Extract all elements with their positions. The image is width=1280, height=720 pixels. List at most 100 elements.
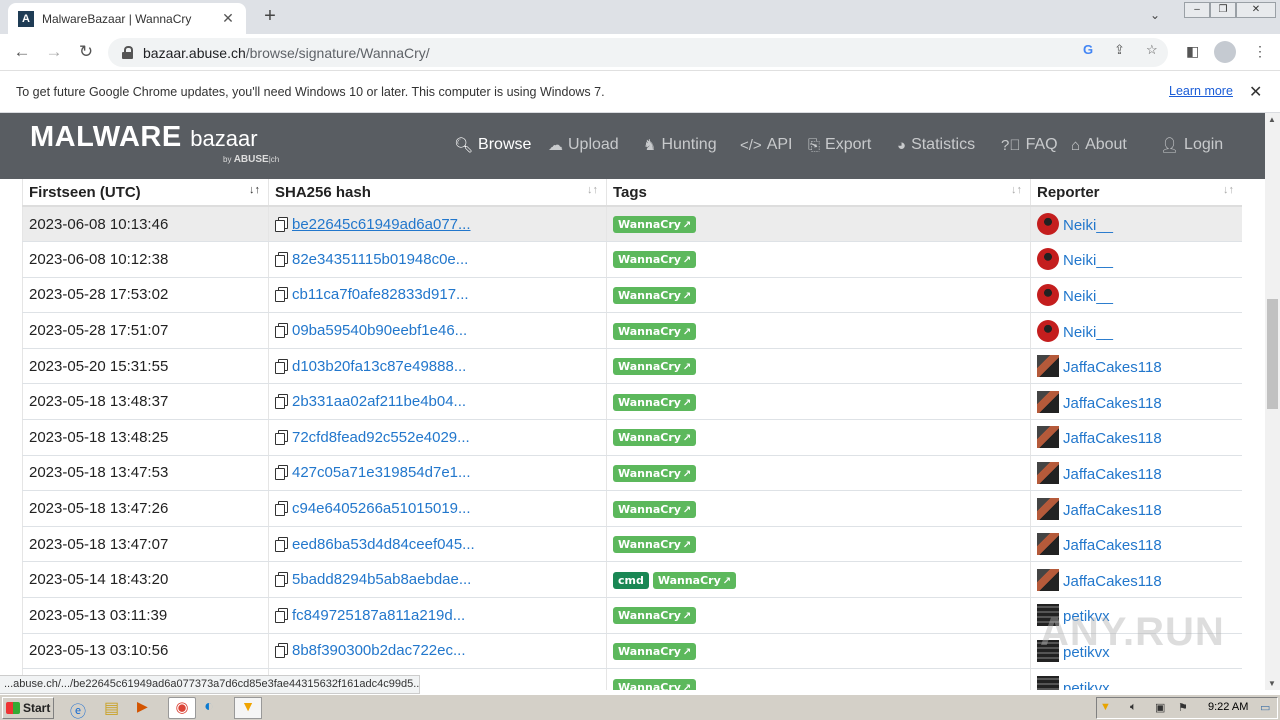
sha256-link[interactable]: eed86ba53d4d84ceef045...: [292, 536, 475, 553]
tag-badge[interactable]: WannaCry ↗: [613, 464, 697, 482]
reporter-link[interactable]: JaffaCakes118: [1063, 430, 1162, 447]
sha256-link[interactable]: c94e6405266a51015019...: [292, 500, 471, 517]
scroll-down-arrow-icon[interactable]: ▼: [1268, 679, 1276, 688]
nav-upload[interactable]: ☁ Upload: [548, 136, 619, 154]
table-row[interactable]: 2023-06-08 10:13:46 be22645c61949ad6a077.…: [22, 206, 1242, 243]
copy-icon[interactable]: [275, 251, 288, 267]
site-logo[interactable]: MALWARE bazaar: [30, 121, 258, 154]
malwarebazaar-app-icon[interactable]: ▼: [234, 697, 262, 719]
profile-avatar[interactable]: [1214, 41, 1236, 63]
table-row[interactable]: 2023-05-18 13:48:37 2b331aa02af211be4b04.…: [22, 383, 1242, 421]
minimize-button[interactable]: –: [1184, 2, 1210, 18]
table-row[interactable]: 2023-05-18 13:47:26 c94e6405266a51015019.…: [22, 490, 1242, 527]
close-window-button[interactable]: ✕: [1236, 2, 1276, 18]
column-header-firstseen[interactable]: Firstseen (UTC) ↓↑: [22, 179, 269, 207]
reporter-link[interactable]: JaffaCakes118: [1063, 573, 1162, 590]
nav-statistics[interactable]: ◕ Statistics: [897, 136, 975, 154]
table-row[interactable]: 2023-05-28 17:51:07 09ba59540b90eebf1e46.…: [22, 312, 1242, 349]
copy-icon[interactable]: [275, 536, 288, 552]
reporter-link[interactable]: JaffaCakes118: [1063, 502, 1162, 519]
sha256-link[interactable]: 72cfd8fead92c552e4029...: [292, 429, 470, 446]
copy-icon[interactable]: [275, 643, 288, 659]
tag-badge[interactable]: WannaCry ↗: [613, 286, 697, 304]
action-center-flag-icon[interactable]: ⚑: [1178, 701, 1188, 714]
sha256-link[interactable]: fc849725187a811a219d...: [292, 607, 465, 624]
table-row[interactable]: 2023-06-08 10:12:38 82e34351115b01948c0e.…: [22, 241, 1242, 278]
reporter-link[interactable]: Neiki__: [1063, 288, 1113, 305]
copy-icon[interactable]: [275, 465, 288, 481]
table-row[interactable]: 2023-05-20 15:31:55 d103b20fa13c87e49888.…: [22, 348, 1242, 385]
google-translate-icon[interactable]: G: [1083, 42, 1093, 57]
page-scrollbar[interactable]: ▲ ▼: [1265, 113, 1280, 690]
reporter-link[interactable]: Neiki__: [1063, 324, 1113, 341]
tag-badge[interactable]: WannaCry ↗: [613, 358, 697, 376]
edge-icon[interactable]: ◐: [204, 698, 226, 718]
learn-more-link[interactable]: Learn more: [1169, 84, 1233, 98]
sha256-link[interactable]: 09ba59540b90eebf1e46...: [292, 322, 467, 339]
reporter-link[interactable]: petikvx: [1063, 680, 1110, 690]
sha256-link[interactable]: d103b20fa13c87e49888...: [292, 358, 466, 375]
scrollbar-thumb[interactable]: [1267, 299, 1278, 409]
chrome-taskbar-icon[interactable]: ◉: [168, 697, 196, 719]
table-row[interactable]: 2023-05-28 17:53:02 cb11ca7f0afe82833d917…: [22, 277, 1242, 314]
tag-badge[interactable]: WannaCry ↗: [613, 607, 697, 625]
reporter-link[interactable]: JaffaCakes118: [1063, 466, 1162, 483]
start-button[interactable]: Start: [2, 697, 54, 719]
copy-icon[interactable]: [275, 358, 288, 374]
tag-badge[interactable]: WannaCry ↗: [613, 429, 697, 447]
restore-button[interactable]: ❐: [1210, 2, 1236, 18]
reporter-link[interactable]: Neiki__: [1063, 217, 1113, 234]
table-row[interactable]: 2023-05-18 13:47:07 eed86ba53d4d84ceef045…: [22, 526, 1242, 563]
reload-icon[interactable]: ↻: [74, 40, 98, 64]
copy-icon[interactable]: [275, 572, 288, 588]
tray-warning-icon[interactable]: ▼: [1100, 701, 1111, 713]
nav-browse[interactable]: 🔍︎ Browse: [454, 136, 531, 154]
side-panel-icon[interactable]: ◧: [1186, 43, 1199, 60]
sha256-link[interactable]: be22645c61949ad6a077...: [292, 216, 471, 233]
copy-icon[interactable]: [275, 501, 288, 517]
sha256-link[interactable]: 82e34351115b01948c0e...: [292, 251, 468, 268]
copy-icon[interactable]: [275, 216, 288, 232]
reporter-link[interactable]: JaffaCakes118: [1063, 395, 1162, 412]
sha256-link[interactable]: cb11ca7f0afe82833d917...: [292, 286, 469, 303]
copy-icon[interactable]: [275, 287, 288, 303]
column-header-sha256[interactable]: SHA256 hash ↓↑: [268, 179, 607, 207]
nav-faq[interactable]: ?⃝ FAQ: [1001, 136, 1058, 154]
copy-icon[interactable]: [275, 394, 288, 410]
nav-api[interactable]: </> API: [740, 136, 792, 154]
tag-badge[interactable]: WannaCry ↗: [613, 322, 697, 340]
back-arrow-icon[interactable]: ←: [10, 40, 34, 64]
share-icon[interactable]: ⇪: [1114, 42, 1125, 58]
tag-badge[interactable]: WannaCry ↗: [613, 678, 697, 690]
nav-export[interactable]: ⎘ Export: [808, 136, 871, 154]
taskbar-clock[interactable]: 9:22 AM: [1208, 701, 1248, 713]
copy-icon[interactable]: [275, 607, 288, 623]
tag-badge[interactable]: WannaCry ↗: [613, 642, 697, 660]
tag-badge[interactable]: WannaCry ↗: [613, 216, 697, 234]
tag-badge[interactable]: WannaCry ↗: [613, 536, 697, 554]
reporter-link[interactable]: JaffaCakes118: [1063, 537, 1162, 554]
menu-kebab-icon[interactable]: ⋮: [1253, 43, 1267, 60]
sha256-link[interactable]: 8b8f390300b2dac722ec...: [292, 642, 466, 659]
column-header-reporter[interactable]: Reporter ↓↑: [1030, 179, 1242, 207]
tag-badge[interactable]: WannaCry ↗: [613, 500, 697, 518]
file-explorer-icon[interactable]: ▤: [104, 698, 126, 718]
infobar-close-icon[interactable]: ✕: [1249, 82, 1262, 102]
table-row[interactable]: 2023-05-14 18:43:20 5badd8294b5ab8aebdae.…: [22, 561, 1242, 599]
tag-badge[interactable]: cmd: [613, 571, 649, 589]
volume-icon[interactable]: 🔈︎: [1130, 701, 1137, 714]
browser-tab[interactable]: A MalwareBazaar | WannaCry ✕: [8, 3, 246, 34]
column-header-tags[interactable]: Tags ↓↑: [606, 179, 1031, 207]
copy-icon[interactable]: [275, 323, 288, 339]
tab-close-icon[interactable]: ✕: [220, 10, 236, 27]
forward-arrow-icon[interactable]: →: [42, 40, 66, 64]
address-bar[interactable]: bazaar.abuse.ch/browse/signature/WannaCr…: [108, 38, 1168, 67]
tag-badge[interactable]: WannaCry ↗: [613, 251, 697, 269]
bookmark-star-icon[interactable]: ☆: [1146, 42, 1158, 58]
sha256-link[interactable]: 427c05a71e319854d7e1...: [292, 464, 471, 481]
scroll-up-arrow-icon[interactable]: ▲: [1268, 115, 1276, 124]
show-desktop-icon[interactable]: ▭: [1260, 701, 1270, 714]
new-tab-button[interactable]: +: [258, 5, 282, 29]
nav-about[interactable]: ⌂ About: [1071, 136, 1127, 154]
media-player-icon[interactable]: ▶: [137, 698, 159, 718]
